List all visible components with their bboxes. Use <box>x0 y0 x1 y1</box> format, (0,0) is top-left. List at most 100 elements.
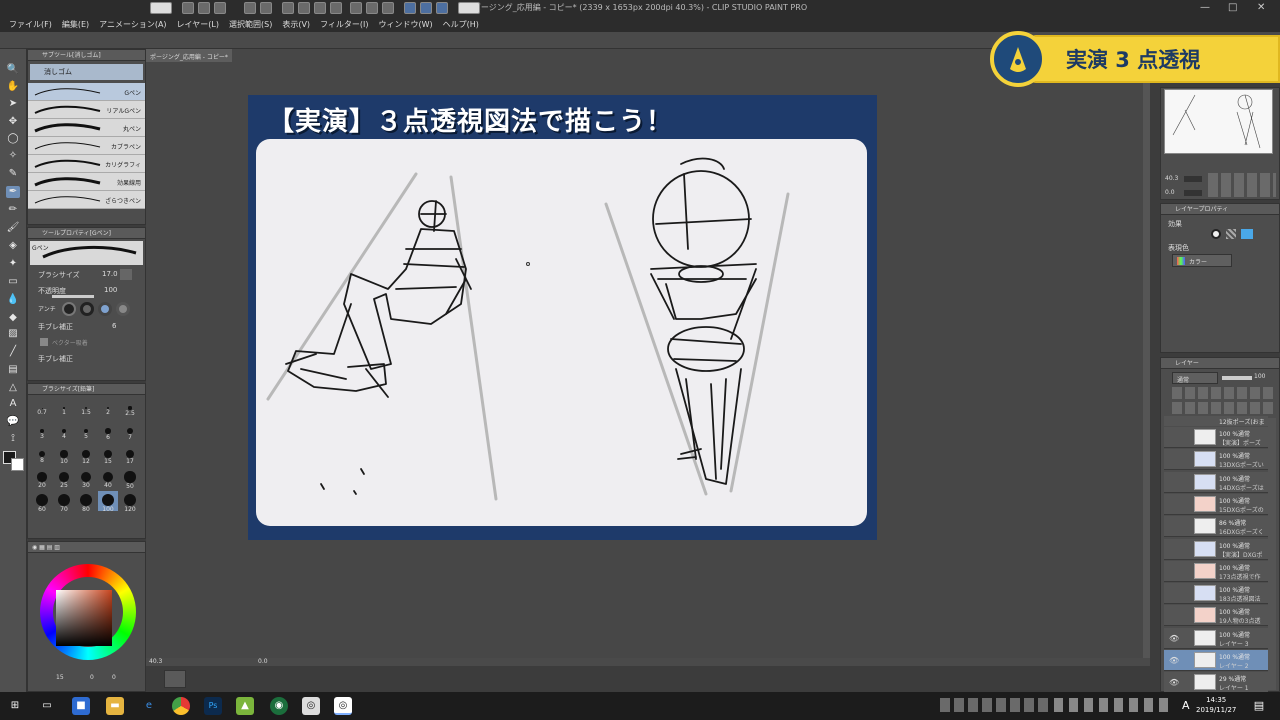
snap-grid-icon[interactable] <box>436 2 448 14</box>
navigator-controls[interactable] <box>1208 173 1276 197</box>
brush-size-option[interactable]: 12 <box>76 445 96 465</box>
navigator-angle-slider[interactable] <box>1184 190 1202 196</box>
opacity-slider[interactable] <box>52 295 94 298</box>
help-icon[interactable] <box>458 2 480 14</box>
vector-snap-checkbox[interactable] <box>40 338 48 346</box>
ruler-tool-icon[interactable]: △ <box>6 382 20 394</box>
layer-row[interactable]: 86 %通常 16DXGポーズく <box>1164 516 1268 538</box>
brush-size-option[interactable]: 15 <box>98 445 118 465</box>
layer-row[interactable]: 👁 100 %通常 レイヤー 3 <box>1164 627 1268 649</box>
layer-row[interactable]: 👁 29 %通常 レイヤー 1 <box>1164 672 1268 694</box>
layer-row[interactable]: 100 %通常 【実演】DXGポ <box>1164 538 1268 560</box>
zoom-tool-icon[interactable]: 🔍 <box>6 64 20 76</box>
edge-icon[interactable]: e <box>140 697 158 715</box>
decoration-tool-icon[interactable]: ✦ <box>6 258 20 270</box>
brush-size-option[interactable]: 40 <box>98 468 118 489</box>
menu-window[interactable]: ウィンドウ(W) <box>374 16 438 32</box>
navigator-zoom[interactable]: 40.3 <box>1165 175 1178 182</box>
move-layer-icon[interactable]: ✥ <box>6 116 20 128</box>
save-icon[interactable] <box>214 2 226 14</box>
hand-tool-icon[interactable]: ✋ <box>6 81 20 93</box>
sub-color-swatch[interactable] <box>11 458 24 471</box>
brush-size-option[interactable]: 1.5 <box>76 399 96 419</box>
menu-view[interactable]: 表示(V) <box>277 16 315 32</box>
layer-visibility-eye-icon[interactable]: 👁 <box>1169 678 1179 687</box>
system-tray-icons[interactable] <box>1054 698 1172 712</box>
invert-selection-icon[interactable] <box>366 2 378 14</box>
fill-icon[interactable] <box>314 2 326 14</box>
deselect-icon[interactable] <box>350 2 362 14</box>
figure-tool-icon[interactable]: ╱ <box>6 346 20 358</box>
menu-file[interactable]: ファイル(F) <box>4 16 57 32</box>
ime-indicator[interactable]: A <box>1182 699 1190 712</box>
antialias-none-icon[interactable] <box>62 302 76 316</box>
menu-animation[interactable]: アニメーション(A) <box>94 16 171 32</box>
brush-size-value[interactable]: 17.0 <box>102 270 118 278</box>
brush-item[interactable]: 丸ペン <box>28 119 145 137</box>
pen-tool-icon[interactable]: ✒ <box>6 186 20 198</box>
brush-size-option[interactable]: 3 <box>32 422 52 442</box>
menu-filter[interactable]: フィルター(I) <box>315 16 373 32</box>
layer-row[interactable]: 100 %通常 183点透視図法 <box>1164 583 1268 605</box>
subtool-group-tab[interactable]: 消しゴム <box>30 64 143 80</box>
brush-size-option[interactable]: 5 <box>76 422 96 442</box>
layer-row[interactable]: 100 %通常 13DXGポーズい <box>1164 449 1268 471</box>
brush-size-option[interactable]: 30 <box>76 468 96 489</box>
snap-ruler-icon[interactable] <box>404 2 416 14</box>
layer-scrollbar[interactable] <box>1268 418 1276 690</box>
layer-row-partial[interactable]: 12抜ポーズ(おま <box>1164 416 1268 426</box>
layer-color-icon[interactable] <box>1241 229 1253 239</box>
clear-icon[interactable] <box>282 2 294 14</box>
maximize-button[interactable]: □ <box>1228 2 1237 13</box>
text-tool-icon[interactable]: A <box>6 398 20 410</box>
balloon-tool-icon[interactable]: 💬 <box>6 416 20 428</box>
brush-size-option[interactable]: 10 <box>54 445 74 465</box>
blend-mode-select[interactable]: 通常 <box>1172 372 1218 384</box>
brush-size-option[interactable]: 1 <box>54 399 74 419</box>
layer-row[interactable]: 100 %通常 15DXGポーズの <box>1164 493 1268 515</box>
chrome-icon[interactable] <box>172 697 190 715</box>
brush-size-option[interactable]: 17 <box>120 445 140 465</box>
correct-line-icon[interactable]: ⟟ <box>6 433 20 445</box>
layer-opacity-value[interactable]: 100 <box>1254 373 1265 380</box>
menu-help[interactable]: ヘルプ(H) <box>438 16 484 32</box>
tone-effect-icon[interactable] <box>1226 229 1236 239</box>
new-file-icon[interactable] <box>182 2 194 14</box>
menu-layer[interactable]: レイヤー(L) <box>172 16 224 32</box>
brush-item[interactable]: ざらつきペン <box>28 191 145 209</box>
menu-edit[interactable]: 編集(E) <box>57 16 94 32</box>
transform-icon[interactable] <box>330 2 342 14</box>
brush-item[interactable]: カブラペン <box>28 137 145 155</box>
brush-size-option[interactable]: 2 <box>98 399 118 419</box>
eyedropper-icon[interactable]: ✎ <box>6 168 20 180</box>
display-color-select[interactable]: カラー <box>1172 254 1232 267</box>
clip-studio-paint-taskbar-icon[interactable]: ◎ <box>334 697 352 715</box>
brush-item[interactable]: Gペン <box>28 83 145 101</box>
navigator-thumbnail[interactable] <box>1164 89 1273 154</box>
brush-size-option[interactable]: 80 <box>76 491 96 513</box>
document-tab[interactable]: ポージング_応用編 - コピー* <box>146 49 232 62</box>
tray-app-icons[interactable] <box>940 698 1050 712</box>
brush-item[interactable]: カリグラフィ <box>28 155 145 173</box>
layer-row[interactable]: 100 %通常 【実演】ポーズ <box>1164 427 1268 448</box>
layer-row[interactable]: 100 %通常 173点透視で作 <box>1164 560 1268 582</box>
vertical-scrollbar[interactable] <box>1143 62 1150 658</box>
cut-icon[interactable] <box>298 2 310 14</box>
close-button[interactable]: ✕ <box>1257 2 1265 13</box>
notification-icon[interactable]: ▤ <box>1250 697 1268 715</box>
photos-icon[interactable]: ▲ <box>236 697 254 715</box>
brush-size-option[interactable]: 60 <box>32 491 52 513</box>
antialias-weak-icon[interactable] <box>80 302 94 316</box>
fill-tool-icon[interactable]: ◆ <box>6 312 20 324</box>
explorer-icon[interactable]: ▬ <box>106 697 124 715</box>
pencil-tool-icon[interactable]: ✏ <box>6 204 20 216</box>
layer-visibility-eye-icon[interactable]: 👁 <box>1169 634 1179 643</box>
brush-tool-icon[interactable]: 🖌 <box>6 222 20 234</box>
antialias-strong-icon[interactable] <box>116 302 130 316</box>
layer-actions-row[interactable] <box>1172 402 1276 414</box>
brush-item[interactable]: リアルGペン <box>28 101 145 119</box>
start-button-icon[interactable]: ⊞ <box>6 697 24 715</box>
snap-special-ruler-icon[interactable] <box>420 2 432 14</box>
status-angle[interactable]: 0.0 <box>258 658 268 665</box>
brush-size-option[interactable]: 0.7 <box>32 399 52 419</box>
